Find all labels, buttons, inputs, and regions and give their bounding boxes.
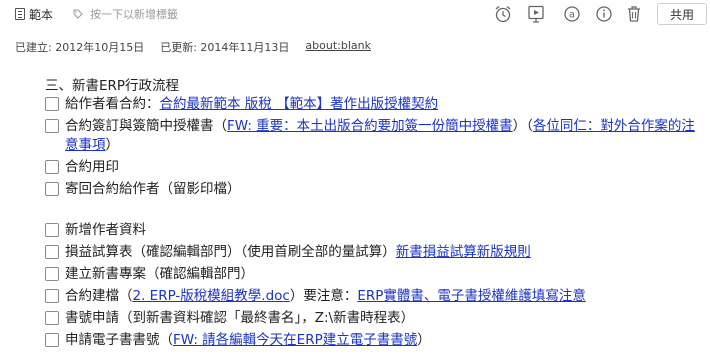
checkbox[interactable] xyxy=(45,289,59,303)
checklist-item-text: 書號申請（到新書資料確認「最終書名」，Z:\新書時程表） xyxy=(65,310,414,326)
note-info-button[interactable] xyxy=(593,3,615,25)
checklist-item: 建立新書專案（確認編輯部門） xyxy=(45,265,695,284)
checkbox[interactable] xyxy=(45,311,59,325)
updated-date: 已更新: 2014年11月13日 xyxy=(160,41,290,54)
checklist-item-text: 損益試算表（確認編輯部門）（使用首刷全部的量試算）新書損益試算新版規則 xyxy=(65,244,531,260)
trash-icon xyxy=(628,6,640,22)
checklist-item-text: 合約建檔（2. ERP-版稅模組教學.doc）要注意：ERP實體書、電子書授權維… xyxy=(65,288,586,304)
text-segment: 損益試算表（確認編輯部門）（使用首刷全部的量試算） xyxy=(65,244,396,260)
checkbox[interactable] xyxy=(45,160,59,174)
checklist-item: 合約用印 xyxy=(45,158,695,177)
share-info-button[interactable]: a xyxy=(561,3,583,25)
checklist-group-2: 新增作者資料損益試算表（確認編輯部門）（使用首刷全部的量試算）新書損益試算新版規… xyxy=(45,221,695,350)
tag-input[interactable]: 按一下以新增標籤 xyxy=(73,5,178,23)
note-link[interactable]: 新書損益試算新版規則 xyxy=(396,244,531,260)
checklist-item-text: 給作者看合約：合約最新範本 版稅 【範本】著作出版授權契約 xyxy=(65,96,438,112)
tag-placeholder: 按一下以新增標籤 xyxy=(90,8,178,21)
text-segment: ）要注意： xyxy=(289,288,358,304)
checklist-group-1: 給作者看合約：合約最新範本 版稅 【範本】著作出版授權契約 合約簽訂與簽簡中授權書… xyxy=(45,95,695,199)
text-segment: 合約簽訂與簽簡中授權書（ xyxy=(65,118,227,134)
text-segment: ） xyxy=(417,332,431,348)
checkbox[interactable] xyxy=(45,333,59,347)
text-segment: 建立新書專案（確認編輯部門） xyxy=(65,266,254,282)
text-segment: 合約建檔（ xyxy=(65,288,133,304)
checklist-item: 合約簽訂與簽簡中授權書（FW: 重要：本土出版合約要加簽一份簡中授權書）（各位同… xyxy=(45,117,695,155)
svg-text:a: a xyxy=(569,10,575,21)
text-segment: 申請電子書書號（ xyxy=(65,332,173,348)
info-icon xyxy=(596,6,612,22)
at-sign-icon: a xyxy=(564,6,580,22)
note-link[interactable]: FW: 請各編輯今天在ERP建立電子書書號 xyxy=(173,332,417,348)
checkbox[interactable] xyxy=(45,267,59,281)
note-link[interactable]: FW: 重要：本土出版合約要加簽一份簡中授權書 xyxy=(227,118,513,134)
checkbox[interactable] xyxy=(45,223,59,237)
checklist-item: 新增作者資料 xyxy=(45,221,695,240)
checklist-item: 書號申請（到新書資料確認「最終書名」，Z:\新書時程表） xyxy=(45,309,695,328)
note-toolbar: 範本 按一下以新增標籤 a 共用 xyxy=(0,0,710,30)
checkbox[interactable] xyxy=(45,245,59,259)
notebook-icon xyxy=(15,8,25,20)
source-url-link[interactable]: about:blank xyxy=(305,39,371,55)
checklist-item: 合約建檔（2. ERP-版稅模組教學.doc）要注意：ERP實體書、電子書授權維… xyxy=(45,287,695,306)
text-segment: 合約用印 xyxy=(65,159,119,175)
section-heading: 三、新書ERP行政流程 xyxy=(45,78,180,94)
delete-button[interactable] xyxy=(623,3,645,25)
text-segment: 寄回合約給作者（留影印檔） xyxy=(65,181,241,197)
checklist-item-text: 寄回合約給作者（留影印檔） xyxy=(65,181,241,197)
checklist-item: 給作者看合約：合約最新範本 版稅 【範本】著作出版授權契約 xyxy=(45,95,695,114)
notebook-name: 範本 xyxy=(29,7,54,22)
presentation-icon xyxy=(528,5,544,23)
checklist-item: 損益試算表（確認編輯部門）（使用首刷全部的量試算）新書損益試算新版規則 xyxy=(45,243,695,262)
created-date: 已建立: 2012年10月15日 xyxy=(15,41,145,54)
tag-icon xyxy=(73,9,83,19)
checkbox[interactable] xyxy=(45,119,59,133)
alarm-clock-icon xyxy=(495,6,511,23)
checkbox[interactable] xyxy=(45,97,59,111)
checklist-item: 寄回合約給作者（留影印檔） xyxy=(45,180,695,199)
text-segment: 給作者看合約： xyxy=(65,96,160,112)
presentation-button[interactable] xyxy=(525,3,547,25)
note-link[interactable]: ERP實體書、電子書授權維護填寫注意 xyxy=(357,288,586,304)
note-body[interactable]: 三、新書ERP行政流程 給作者看合約：合約最新範本 版稅 【範本】著作出版授權契… xyxy=(45,77,695,353)
checklist-item-text: 申請電子書書號（FW: 請各編輯今天在ERP建立電子書書號） xyxy=(65,332,431,348)
text-segment: 新增作者資料 xyxy=(65,222,146,238)
note-link[interactable]: 合約最新範本 版稅 【範本】著作出版授權契約 xyxy=(160,96,439,112)
notebook-selector[interactable]: 範本 xyxy=(15,5,53,23)
note-metadata: 已建立: 2012年10月15日 已更新: 2014年11月13日 about:… xyxy=(15,39,387,55)
text-segment: 書號申請（到新書資料確認「最終書名」，Z:\新書時程表） xyxy=(65,310,415,326)
checklist-item-text: 合約簽訂與簽簡中授權書（FW: 重要：本土出版合約要加簽一份簡中授權書）（各位同… xyxy=(65,118,695,153)
checkbox[interactable] xyxy=(45,182,59,196)
reminder-button[interactable] xyxy=(492,3,514,25)
checklist-item-text: 合約用印 xyxy=(65,159,119,175)
checklist-item-text: 新增作者資料 xyxy=(65,222,146,238)
share-button[interactable]: 共用 xyxy=(657,3,707,25)
text-segment: ） xyxy=(105,137,120,153)
text-segment: ）（ xyxy=(512,118,533,134)
checklist-item-text: 建立新書專案（確認編輯部門） xyxy=(65,266,254,282)
checklist-item: 申請電子書書號（FW: 請各編輯今天在ERP建立電子書書號） xyxy=(45,331,695,350)
note-link[interactable]: 2. ERP-版稅模組教學.doc xyxy=(133,288,290,304)
